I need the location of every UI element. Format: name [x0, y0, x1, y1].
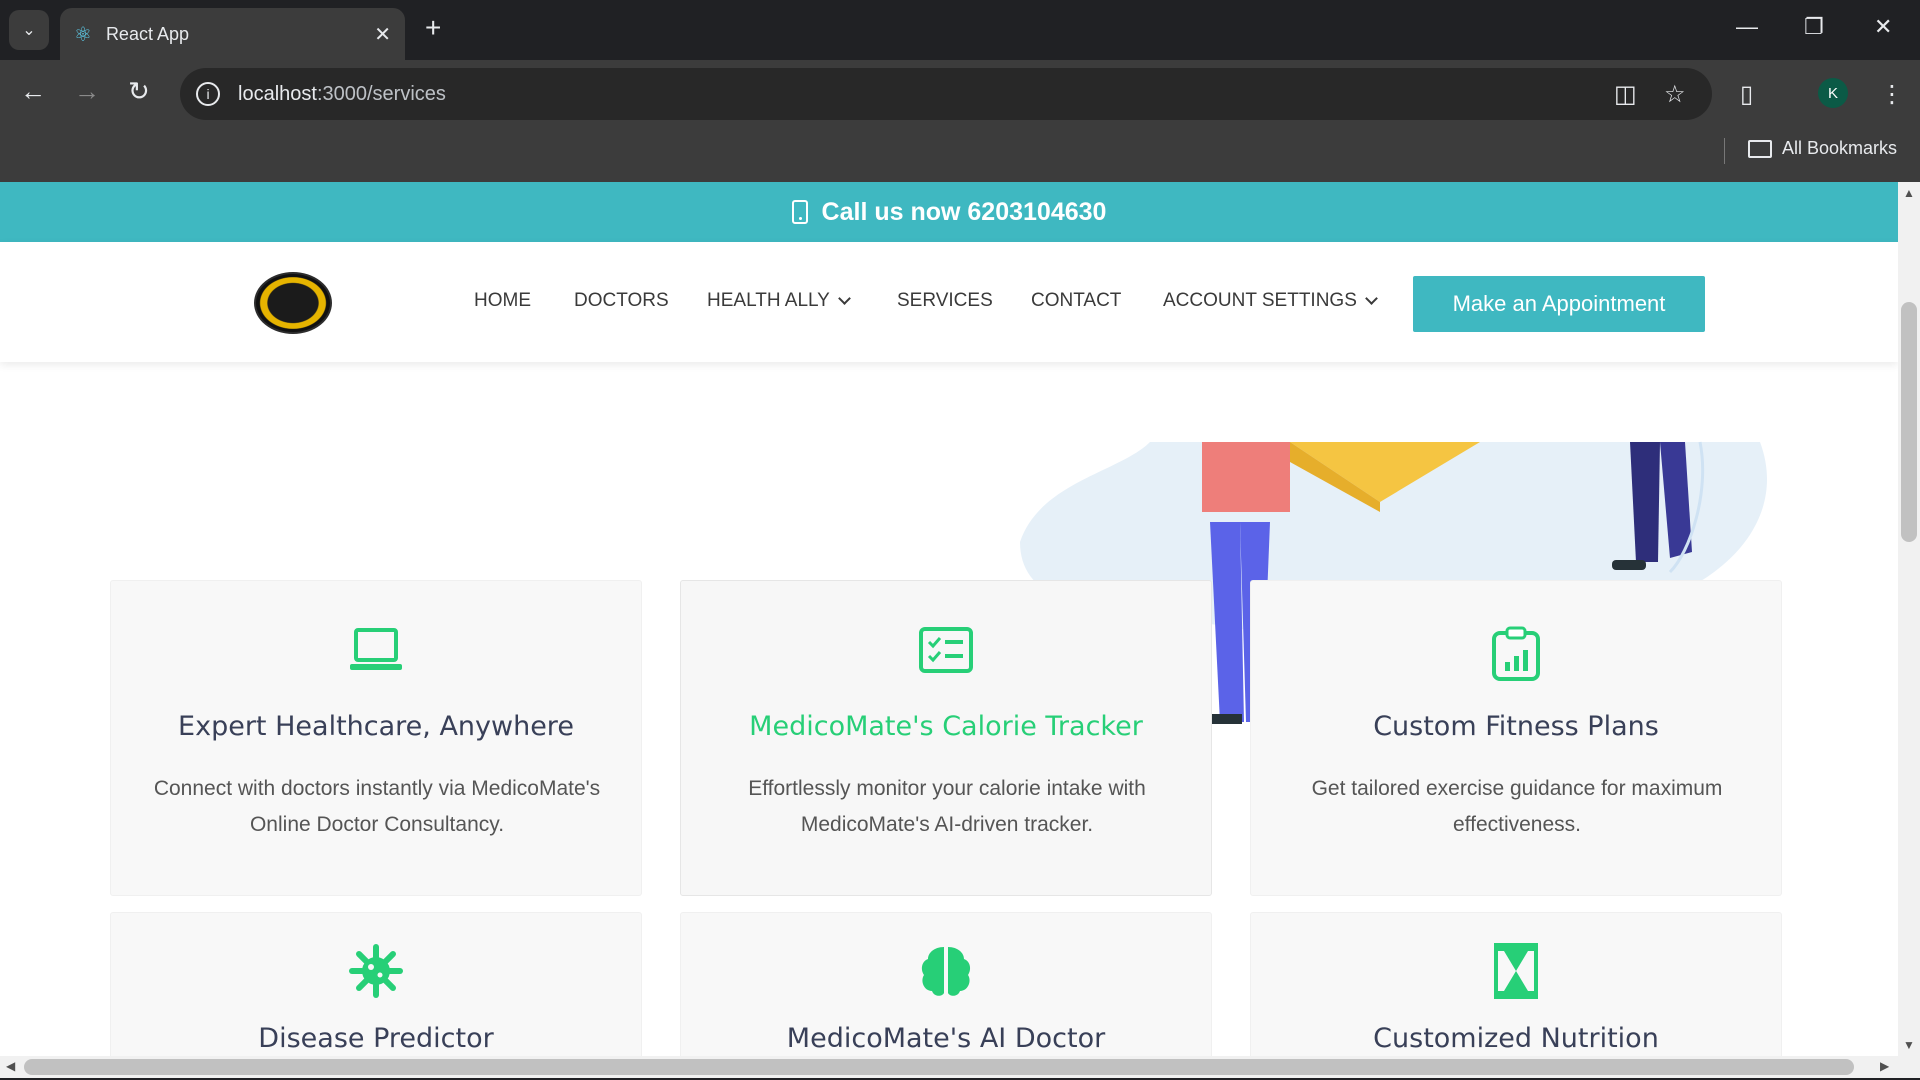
- clipboard-chart-icon: [1492, 626, 1540, 681]
- nav-contact[interactable]: CONTACT: [1031, 290, 1121, 312]
- call-text[interactable]: Call us now 6203104630: [822, 198, 1107, 227]
- service-description: Connect with doctors instantly via Medic…: [153, 777, 601, 836]
- all-bookmarks-label: All Bookmarks: [1782, 138, 1898, 158]
- all-bookmarks-button[interactable]: All Bookmarks: [1748, 138, 1897, 159]
- horizontal-scrollbar[interactable]: ◀ ▶: [0, 1056, 1920, 1078]
- install-app-icon[interactable]: ◫: [1614, 80, 1637, 109]
- laptop-icon: [350, 628, 402, 670]
- folder-icon: [1748, 139, 1772, 158]
- bookmarks-separator: [1724, 138, 1725, 164]
- profile-avatar[interactable]: K: [1818, 78, 1848, 108]
- url-path: :3000/services: [316, 82, 446, 105]
- scroll-left-icon[interactable]: ◀: [6, 1059, 15, 1073]
- nav-home[interactable]: HOME: [474, 290, 531, 312]
- call-banner: Call us now 6203104630: [0, 182, 1898, 242]
- scroll-down-icon[interactable]: ▼: [1903, 1038, 1915, 1052]
- browser-toolbar: ← → ↻ i localhost:3000/services ◫ ☆ ▯ K …: [0, 60, 1920, 124]
- service-title: Expert Healthcare, Anywhere: [178, 711, 574, 742]
- chevron-down-icon: [837, 292, 851, 305]
- service-title: MedicoMate's Calorie Tracker: [749, 711, 1143, 742]
- browser-tab[interactable]: ⚛ React App ✕: [60, 8, 405, 60]
- vertical-scrollbar[interactable]: ▲ ▼: [1898, 182, 1920, 1056]
- back-icon[interactable]: ←: [20, 76, 46, 107]
- restore-icon[interactable]: ❐: [1804, 14, 1824, 40]
- horizontal-scroll-thumb[interactable]: [24, 1059, 1854, 1075]
- close-window-icon[interactable]: ✕: [1874, 14, 1892, 40]
- service-title: Custom Fitness Plans: [1373, 711, 1659, 742]
- service-title: Customized Nutrition: [1373, 1023, 1659, 1054]
- tab-search-button[interactable]: ⌄: [9, 10, 49, 50]
- bookmark-star-icon[interactable]: ☆: [1664, 80, 1686, 109]
- minimize-icon[interactable]: —: [1736, 14, 1758, 40]
- chevron-down-icon: [1365, 292, 1378, 305]
- service-card[interactable]: Disease Predictor: [110, 912, 642, 1056]
- nav-account-settings[interactable]: ACCOUNT SETTINGS: [1163, 290, 1378, 312]
- chevron-down-icon: ⌄: [22, 22, 36, 39]
- bookmarks-bar: All Bookmarks: [0, 124, 1920, 182]
- new-tab-button[interactable]: +: [425, 12, 441, 44]
- close-tab-icon[interactable]: ✕: [374, 22, 391, 47]
- vertical-scroll-thumb[interactable]: [1901, 302, 1917, 542]
- checklist-icon: [919, 627, 973, 673]
- service-title: Disease Predictor: [258, 1023, 494, 1054]
- brain-icon: [921, 947, 971, 996]
- site-logo[interactable]: [254, 272, 332, 334]
- menu-dots-icon[interactable]: ⋮: [1880, 80, 1904, 109]
- service-card[interactable]: MedicoMate's Calorie Tracker Effortlessl…: [680, 580, 1212, 896]
- service-card[interactable]: MedicoMate's AI Doctor: [680, 912, 1212, 1056]
- nav-doctors[interactable]: DOCTORS: [574, 290, 669, 312]
- page-viewport: Call us now 6203104630 HOME DOCTORS HEAL…: [0, 182, 1898, 1056]
- extensions-icon[interactable]: ▯: [1740, 80, 1753, 109]
- browser-tab-strip: ⌄ ⚛ React App ✕ + — ❐ ✕: [0, 0, 1920, 60]
- site-info-icon[interactable]: i: [196, 82, 220, 106]
- main-navbar: HOME DOCTORS HEALTH ALLY SERVICES CONTAC…: [0, 242, 1898, 362]
- service-card[interactable]: Customized Nutrition: [1250, 912, 1782, 1056]
- forward-icon[interactable]: →: [74, 76, 100, 107]
- nav-health-ally[interactable]: HEALTH ALLY: [707, 290, 851, 312]
- phone-icon: [791, 200, 808, 224]
- address-bar[interactable]: i localhost:3000/services: [180, 68, 1712, 120]
- service-title: MedicoMate's AI Doctor: [786, 1023, 1106, 1054]
- service-description: Effortlessly monitor your calorie intake…: [748, 777, 1146, 836]
- reload-icon[interactable]: ↻: [128, 76, 150, 107]
- url-host: localhost: [238, 82, 317, 105]
- service-card[interactable]: Custom Fitness Plans Get tailored exerci…: [1250, 580, 1782, 896]
- service-card[interactable]: Expert Healthcare, Anywhere Connect with…: [110, 580, 642, 896]
- scroll-up-icon[interactable]: ▲: [1903, 186, 1915, 200]
- virus-icon: [349, 944, 403, 998]
- make-appointment-button[interactable]: Make an Appointment: [1413, 276, 1705, 332]
- tab-title: React App: [105, 23, 189, 44]
- react-icon: ⚛: [74, 23, 92, 46]
- service-description: Get tailored exercise guidance for maxim…: [1311, 777, 1723, 836]
- hourglass-icon: [1494, 943, 1538, 999]
- nav-services[interactable]: SERVICES: [897, 290, 993, 312]
- scroll-right-icon[interactable]: ▶: [1880, 1059, 1889, 1073]
